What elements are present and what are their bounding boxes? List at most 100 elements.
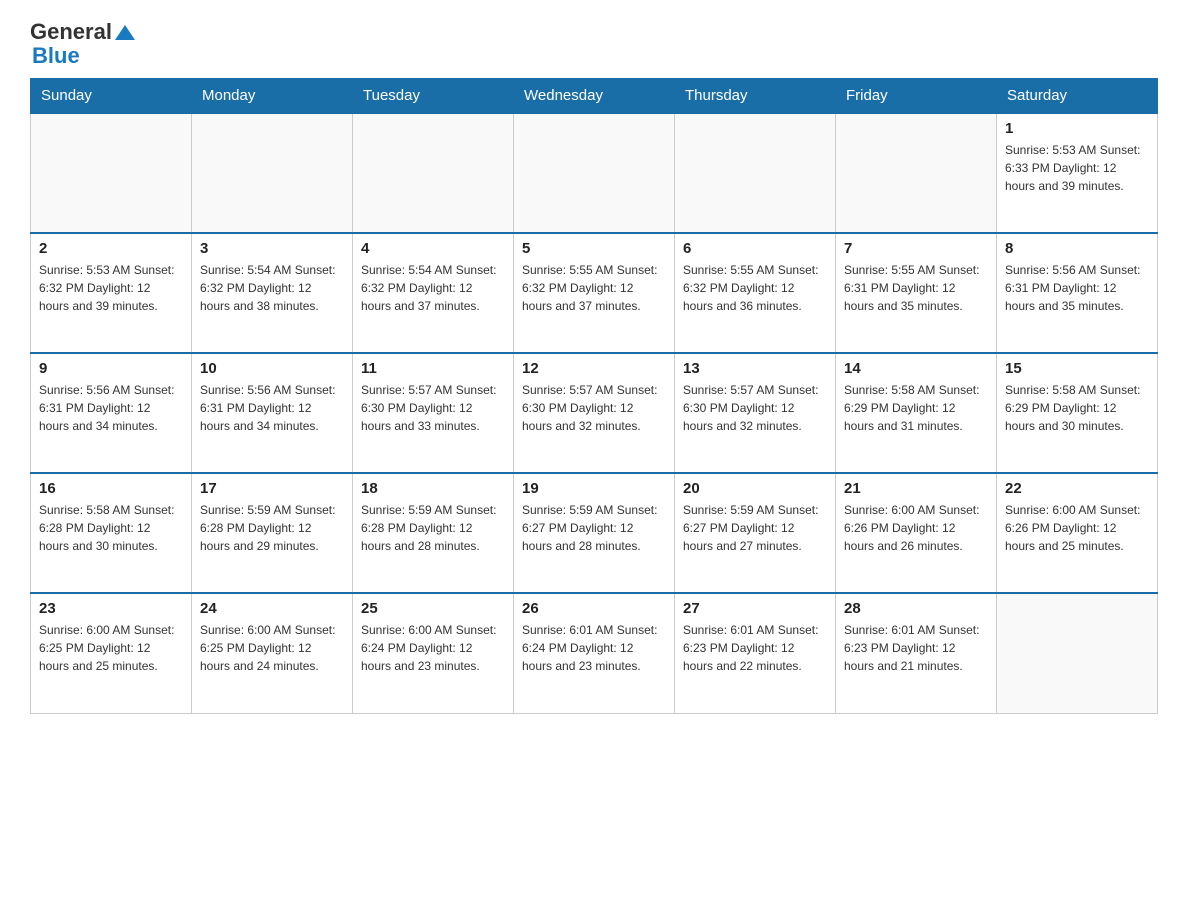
day-info: Sunrise: 5:59 AM Sunset: 6:27 PM Dayligh… [683, 501, 827, 555]
day-info: Sunrise: 5:57 AM Sunset: 6:30 PM Dayligh… [361, 381, 505, 435]
calendar-week-row: 23 Sunrise: 6:00 AM Sunset: 6:25 PM Dayli… [31, 593, 1158, 713]
calendar-cell: 3 Sunrise: 5:54 AM Sunset: 6:32 PM Daylig… [192, 233, 353, 353]
calendar-cell: 24Sunrise: 6:00 AM Sunset: 6:25 PM Dayli… [192, 593, 353, 713]
day-info: Sunrise: 5:54 AM Sunset: 6:32 PM Dayligh… [361, 261, 505, 315]
day-number: 16 [39, 480, 183, 497]
day-number: 17 [200, 480, 344, 497]
weekday-header-wednesday: Wednesday [514, 79, 675, 114]
calendar-cell: 14Sunrise: 5:58 AM Sunset: 6:29 PM Dayli… [836, 353, 997, 473]
day-info: Sunrise: 6:00 AM Sunset: 6:26 PM Dayligh… [844, 501, 988, 555]
calendar-cell [514, 113, 675, 233]
day-info: Sunrise: 6:01 AM Sunset: 6:24 PM Dayligh… [522, 621, 666, 675]
weekday-header-thursday: Thursday [675, 79, 836, 114]
calendar-week-row: 16 Sunrise: 5:58 AM Sunset: 6:28 PM Dayli… [31, 473, 1158, 593]
calendar-cell [192, 113, 353, 233]
weekday-header-friday: Friday [836, 79, 997, 114]
calendar-week-row: 1 Sunrise: 5:53 AM Sunset: 6:33 PM Daylig… [31, 113, 1158, 233]
calendar-cell: 12Sunrise: 5:57 AM Sunset: 6:30 PM Dayli… [514, 353, 675, 473]
calendar-cell: 21 Sunrise: 6:00 AM Sunset: 6:26 PM Dayli… [836, 473, 997, 593]
calendar-week-row: 2 Sunrise: 5:53 AM Sunset: 6:32 PM Daylig… [31, 233, 1158, 353]
weekday-header-saturday: Saturday [997, 79, 1158, 114]
calendar-cell: 10 Sunrise: 5:56 AM Sunset: 6:31 PM Dayli… [192, 353, 353, 473]
calendar-cell: 16 Sunrise: 5:58 AM Sunset: 6:28 PM Dayli… [31, 473, 192, 593]
day-number: 8 [1005, 240, 1149, 257]
day-info: Sunrise: 5:55 AM Sunset: 6:32 PM Dayligh… [522, 261, 666, 315]
day-number: 3 [200, 240, 344, 257]
weekday-header-monday: Monday [192, 79, 353, 114]
day-number: 10 [200, 360, 344, 377]
day-number: 28 [844, 600, 988, 617]
logo-general-text: General [30, 20, 112, 44]
calendar-cell [997, 593, 1158, 713]
logo: General Blue [30, 20, 136, 68]
day-info: Sunrise: 6:01 AM Sunset: 6:23 PM Dayligh… [683, 621, 827, 675]
weekday-header-tuesday: Tuesday [353, 79, 514, 114]
day-number: 5 [522, 240, 666, 257]
day-info: Sunrise: 5:58 AM Sunset: 6:28 PM Dayligh… [39, 501, 183, 555]
day-info: Sunrise: 5:54 AM Sunset: 6:32 PM Dayligh… [200, 261, 344, 315]
day-number: 9 [39, 360, 183, 377]
weekday-header-sunday: Sunday [31, 79, 192, 114]
calendar-cell: 18 Sunrise: 5:59 AM Sunset: 6:28 PM Dayli… [353, 473, 514, 593]
day-info: Sunrise: 5:55 AM Sunset: 6:32 PM Dayligh… [683, 261, 827, 315]
calendar-cell: 17 Sunrise: 5:59 AM Sunset: 6:28 PM Dayli… [192, 473, 353, 593]
calendar-cell [675, 113, 836, 233]
calendar-cell: 4 Sunrise: 5:54 AM Sunset: 6:32 PM Daylig… [353, 233, 514, 353]
calendar-cell: 13 Sunrise: 5:57 AM Sunset: 6:30 PM Dayli… [675, 353, 836, 473]
calendar-cell: 28 Sunrise: 6:01 AM Sunset: 6:23 PM Dayli… [836, 593, 997, 713]
calendar-cell: 15 Sunrise: 5:58 AM Sunset: 6:29 PM Dayli… [997, 353, 1158, 473]
day-info: Sunrise: 5:57 AM Sunset: 6:30 PM Dayligh… [683, 381, 827, 435]
day-info: Sunrise: 6:00 AM Sunset: 6:25 PM Dayligh… [39, 621, 183, 675]
calendar-cell [836, 113, 997, 233]
day-info: Sunrise: 5:55 AM Sunset: 6:31 PM Dayligh… [844, 261, 988, 315]
calendar-cell: 25 Sunrise: 6:00 AM Sunset: 6:24 PM Dayli… [353, 593, 514, 713]
day-info: Sunrise: 5:59 AM Sunset: 6:28 PM Dayligh… [200, 501, 344, 555]
day-info: Sunrise: 5:56 AM Sunset: 6:31 PM Dayligh… [200, 381, 344, 435]
calendar-cell: 5 Sunrise: 5:55 AM Sunset: 6:32 PM Daylig… [514, 233, 675, 353]
day-number: 13 [683, 360, 827, 377]
calendar-cell [31, 113, 192, 233]
logo-blue-text: Blue [32, 44, 136, 68]
day-number: 6 [683, 240, 827, 257]
calendar-cell: 22 Sunrise: 6:00 AM Sunset: 6:26 PM Dayli… [997, 473, 1158, 593]
calendar-cell: 9 Sunrise: 5:56 AM Sunset: 6:31 PM Daylig… [31, 353, 192, 473]
day-info: Sunrise: 6:00 AM Sunset: 6:24 PM Dayligh… [361, 621, 505, 675]
day-info: Sunrise: 5:53 AM Sunset: 6:32 PM Dayligh… [39, 261, 183, 315]
day-info: Sunrise: 5:58 AM Sunset: 6:29 PM Dayligh… [1005, 381, 1149, 435]
calendar-header-row: SundayMondayTuesdayWednesdayThursdayFrid… [31, 79, 1158, 114]
day-number: 18 [361, 480, 505, 497]
calendar-cell: 19 Sunrise: 5:59 AM Sunset: 6:27 PM Dayli… [514, 473, 675, 593]
day-number: 21 [844, 480, 988, 497]
day-number: 25 [361, 600, 505, 617]
calendar-cell: 26 Sunrise: 6:01 AM Sunset: 6:24 PM Dayli… [514, 593, 675, 713]
day-info: Sunrise: 6:01 AM Sunset: 6:23 PM Dayligh… [844, 621, 988, 675]
day-number: 4 [361, 240, 505, 257]
day-number: 27 [683, 600, 827, 617]
day-info: Sunrise: 5:59 AM Sunset: 6:27 PM Dayligh… [522, 501, 666, 555]
calendar-cell: 1 Sunrise: 5:53 AM Sunset: 6:33 PM Daylig… [997, 113, 1158, 233]
day-number: 11 [361, 360, 505, 377]
day-number: 7 [844, 240, 988, 257]
day-number: 19 [522, 480, 666, 497]
calendar-cell: 20Sunrise: 5:59 AM Sunset: 6:27 PM Dayli… [675, 473, 836, 593]
calendar-cell: 11 Sunrise: 5:57 AM Sunset: 6:30 PM Dayli… [353, 353, 514, 473]
day-info: Sunrise: 6:00 AM Sunset: 6:26 PM Dayligh… [1005, 501, 1149, 555]
day-number: 26 [522, 600, 666, 617]
day-info: Sunrise: 5:53 AM Sunset: 6:33 PM Dayligh… [1005, 141, 1149, 195]
calendar-cell: 6 Sunrise: 5:55 AM Sunset: 6:32 PM Daylig… [675, 233, 836, 353]
day-number: 15 [1005, 360, 1149, 377]
day-info: Sunrise: 5:57 AM Sunset: 6:30 PM Dayligh… [522, 381, 666, 435]
day-info: Sunrise: 5:59 AM Sunset: 6:28 PM Dayligh… [361, 501, 505, 555]
day-number: 1 [1005, 120, 1149, 137]
calendar-cell: 23 Sunrise: 6:00 AM Sunset: 6:25 PM Dayli… [31, 593, 192, 713]
calendar-cell: 8Sunrise: 5:56 AM Sunset: 6:31 PM Daylig… [997, 233, 1158, 353]
logo-triangle-icon [114, 23, 136, 41]
day-number: 22 [1005, 480, 1149, 497]
page-header: General Blue [30, 20, 1158, 68]
calendar-cell [353, 113, 514, 233]
day-number: 2 [39, 240, 183, 257]
calendar-cell: 7 Sunrise: 5:55 AM Sunset: 6:31 PM Daylig… [836, 233, 997, 353]
day-number: 23 [39, 600, 183, 617]
day-info: Sunrise: 5:56 AM Sunset: 6:31 PM Dayligh… [39, 381, 183, 435]
day-info: Sunrise: 6:00 AM Sunset: 6:25 PM Dayligh… [200, 621, 344, 675]
